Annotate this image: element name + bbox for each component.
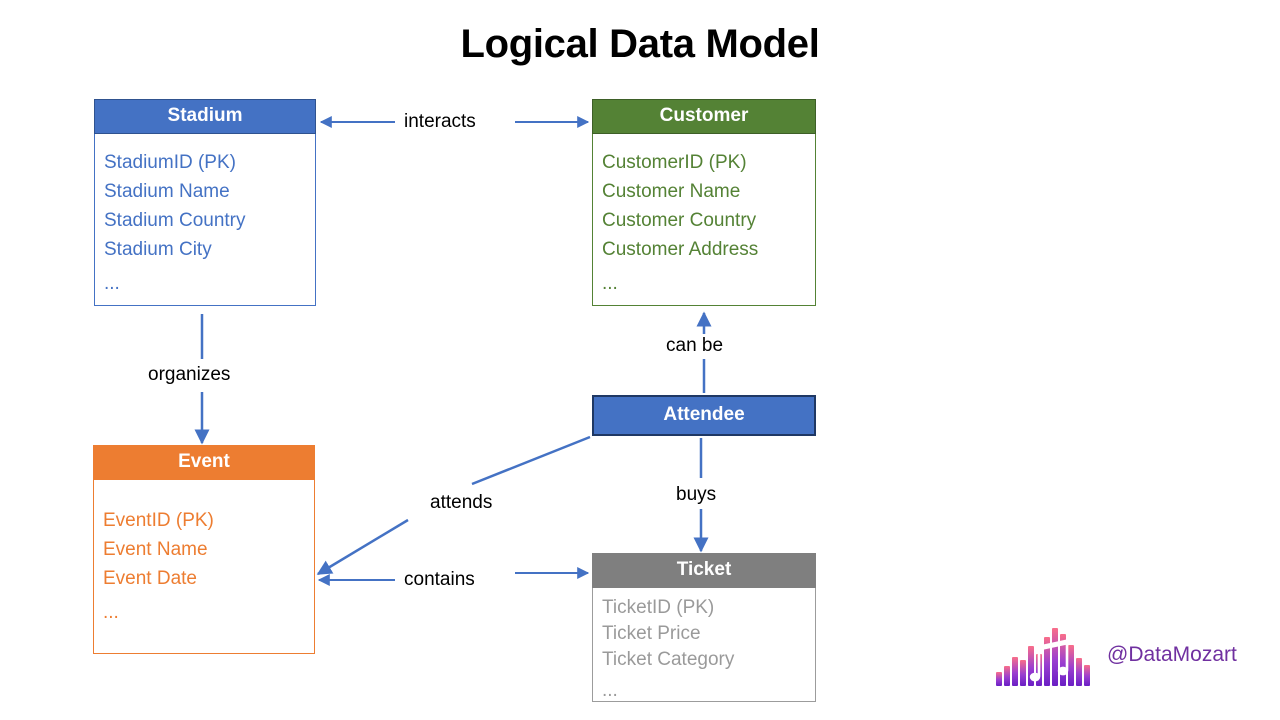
attribute-row: Event Name: [103, 539, 208, 560]
attribute-row: Stadium Name: [104, 181, 230, 202]
relationship-label-organizes: organizes: [148, 364, 231, 385]
attribute-row: Event Date: [103, 568, 197, 589]
entity-attendee-title: Attendee: [592, 395, 816, 436]
attribute-ellipsis: ...: [602, 680, 618, 701]
relationship-label-buys: buys: [676, 484, 717, 505]
attribute-ellipsis: ...: [104, 273, 120, 294]
entity-customer[interactable]: Customer CustomerID (PK) Customer Name C…: [592, 99, 816, 306]
attribute-row: Ticket Price: [602, 623, 701, 644]
entity-stadium[interactable]: Stadium StadiumID (PK) Stadium Name Stad…: [94, 99, 316, 306]
attribute-row: CustomerID (PK): [602, 152, 747, 173]
watermark-handle: @DataMozart: [1107, 643, 1237, 666]
relationship-label-interacts: interacts: [404, 111, 476, 132]
attribute-row: EventID (PK): [103, 510, 214, 531]
relationship-label-attends: attends: [430, 492, 493, 513]
entity-stadium-attributes: StadiumID (PK) Stadium Name Stadium Coun…: [94, 134, 316, 306]
entity-ticket-attributes: TicketID (PK) Ticket Price Ticket Catego…: [592, 588, 816, 702]
relationship-label-contains: contains: [404, 569, 475, 590]
relationship-label-can-be: can be: [666, 335, 724, 356]
attribute-row: Stadium Country: [104, 210, 246, 231]
entity-event[interactable]: Event EventID (PK) Event Name Event Date…: [93, 445, 315, 654]
entity-customer-title: Customer: [592, 99, 816, 134]
music-equalizer-logo-icon: [996, 628, 1090, 686]
entity-customer-attributes: CustomerID (PK) Customer Name Customer C…: [592, 134, 816, 306]
entity-event-title: Event: [93, 445, 315, 480]
watermark: @DataMozart: [995, 620, 1265, 690]
entity-attendee[interactable]: Attendee: [592, 395, 816, 436]
entity-stadium-title: Stadium: [94, 99, 316, 134]
attribute-row: TicketID (PK): [602, 597, 715, 618]
attribute-row: Stadium City: [104, 239, 212, 260]
entity-event-attributes: EventID (PK) Event Name Event Date ...: [93, 480, 315, 654]
attribute-row: StadiumID (PK): [104, 152, 236, 173]
attribute-ellipsis: ...: [103, 602, 119, 623]
attribute-row: Customer Address: [602, 239, 759, 260]
attribute-row: Customer Name: [602, 181, 741, 202]
page-title: Logical Data Model: [460, 22, 820, 66]
attribute-row: Customer Country: [602, 210, 757, 231]
entity-ticket[interactable]: Ticket TicketID (PK) Ticket Price Ticket…: [592, 553, 816, 702]
attribute-ellipsis: ...: [602, 273, 618, 294]
entity-ticket-title: Ticket: [592, 553, 816, 588]
attribute-row: Ticket Category: [602, 649, 735, 670]
